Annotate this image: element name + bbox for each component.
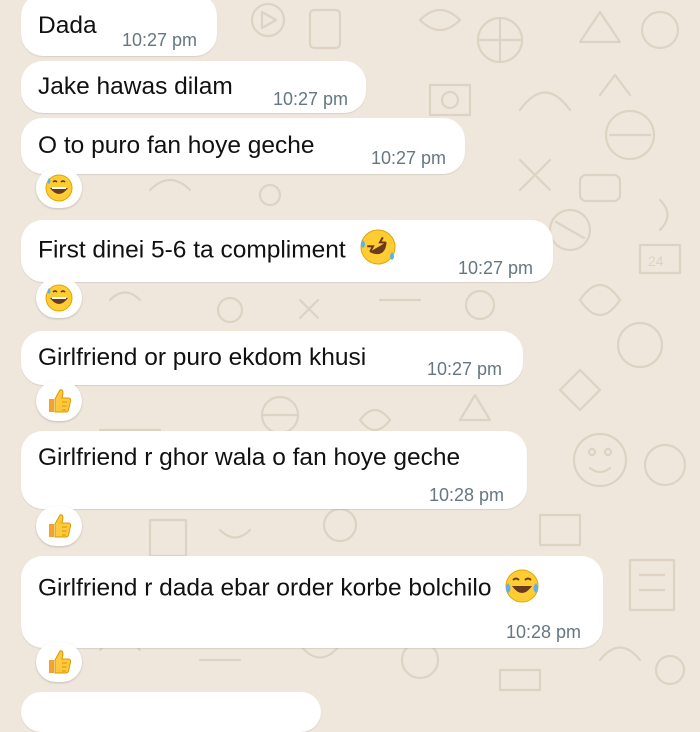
message-text: Dada	[38, 12, 97, 39]
tears-of-joy-icon	[505, 569, 539, 603]
message-bubble[interactable]: Dada 10:27 pm	[21, 0, 217, 56]
message-timestamp: 10:27 pm	[371, 148, 447, 168]
message-timestamp: 10:27 pm	[427, 359, 503, 379]
message-bubble[interactable]: Girlfriend r dada ebar order korbe bolch…	[21, 556, 603, 648]
message-bubble-partial[interactable]	[21, 692, 321, 732]
message-reaction[interactable]	[36, 506, 82, 546]
message-timestamp: 10:27 pm	[122, 30, 198, 50]
message-text-content: Girlfriend r dada ebar order korbe bolch…	[38, 574, 492, 602]
message-timestamp: 10:27 pm	[273, 89, 349, 109]
message-text: Girlfriend r ghor wala o fan hoye geche	[38, 444, 461, 471]
rolling-laughing-icon	[360, 229, 396, 265]
message-timestamp: 10:28 pm	[506, 622, 582, 642]
message-bubble[interactable]: First dinei 5-6 ta compliment 10:27 pm	[21, 220, 553, 282]
message-text-content: First dinei 5-6 ta compliment	[38, 236, 346, 264]
message-reaction[interactable]	[36, 381, 82, 421]
message-reaction[interactable]	[36, 168, 82, 208]
message-timestamp: 10:28 pm	[429, 485, 505, 505]
message-bubble[interactable]: Jake hawas dilam 10:27 pm	[21, 61, 366, 113]
thumbs-up-icon	[49, 514, 72, 538]
message-bubble[interactable]: O to puro fan hoye geche 10:27 pm	[21, 118, 465, 174]
thumbs-up-icon	[49, 389, 72, 413]
message-bubble[interactable]: Girlfriend or puro ekdom khusi 10:27 pm	[21, 331, 523, 385]
message-text: O to puro fan hoye geche	[38, 132, 315, 159]
chat-messages: Dada 10:27 pm Jake hawas dilam 10:27 pm …	[0, 0, 700, 732]
message-text: Girlfriend r dada ebar order korbe bolch…	[38, 569, 540, 604]
message-bubble[interactable]: Girlfriend r ghor wala o fan hoye geche …	[21, 431, 527, 509]
message-reaction[interactable]	[36, 278, 82, 318]
message-text: Jake hawas dilam	[38, 73, 233, 100]
message-text: First dinei 5-6 ta compliment	[38, 229, 397, 266]
thumbs-up-icon	[49, 650, 72, 674]
message-text: Girlfriend or puro ekdom khusi	[38, 344, 367, 371]
grinning-sweat-icon	[45, 174, 73, 202]
grinning-sweat-icon	[45, 284, 73, 312]
message-timestamp: 10:27 pm	[458, 258, 534, 278]
message-reaction[interactable]	[36, 642, 82, 682]
